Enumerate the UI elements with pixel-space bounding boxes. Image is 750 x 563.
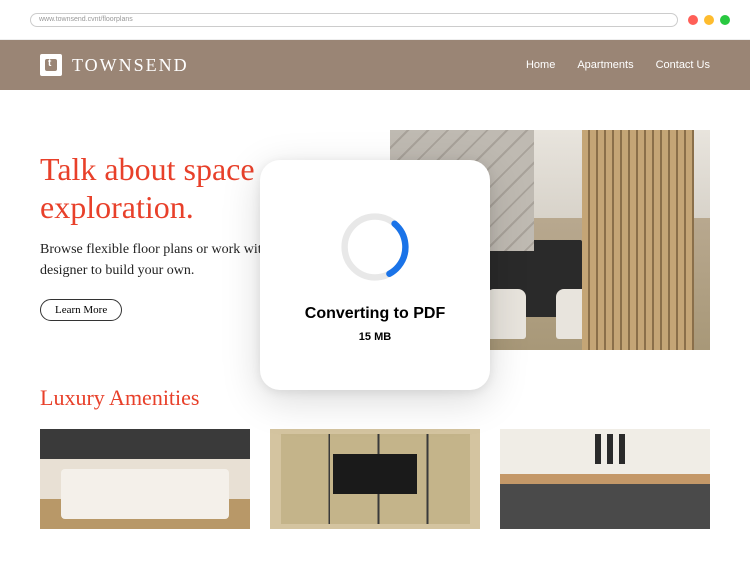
close-icon[interactable] xyxy=(688,15,698,25)
window-controls xyxy=(688,15,730,25)
nav-link-contact[interactable]: Contact Us xyxy=(656,59,710,71)
webpage: TOWNSEND Home Apartments Contact Us Talk… xyxy=(0,40,750,563)
nav-link-apartments[interactable]: Apartments xyxy=(577,59,633,71)
url-bar[interactable]: www.townsend.cvnt/floorplans xyxy=(30,13,678,27)
bottom-fade xyxy=(0,543,750,563)
modal-file-size: 15 MB xyxy=(359,331,391,343)
amenity-card[interactable] xyxy=(500,429,710,529)
brand[interactable]: TOWNSEND xyxy=(40,54,189,76)
modal-title: Converting to PDF xyxy=(305,305,445,323)
nav-links: Home Apartments Contact Us xyxy=(526,59,710,71)
url-text: www.townsend.cvnt/floorplans xyxy=(39,16,133,23)
minimize-icon[interactable] xyxy=(704,15,714,25)
progress-spinner-icon xyxy=(335,207,415,287)
amenity-grid xyxy=(40,429,710,529)
browser-chrome: www.townsend.cvnt/floorplans xyxy=(0,0,750,40)
amenity-card[interactable] xyxy=(40,429,250,529)
site-navbar: TOWNSEND Home Apartments Contact Us xyxy=(0,40,750,90)
brand-logo-icon xyxy=(40,54,62,76)
learn-more-button[interactable]: Learn More xyxy=(40,299,122,321)
brand-name: TOWNSEND xyxy=(72,55,189,76)
converting-modal: Converting to PDF 15 MB xyxy=(260,160,490,390)
nav-link-home[interactable]: Home xyxy=(526,59,555,71)
amenity-card[interactable] xyxy=(270,429,480,529)
maximize-icon[interactable] xyxy=(720,15,730,25)
